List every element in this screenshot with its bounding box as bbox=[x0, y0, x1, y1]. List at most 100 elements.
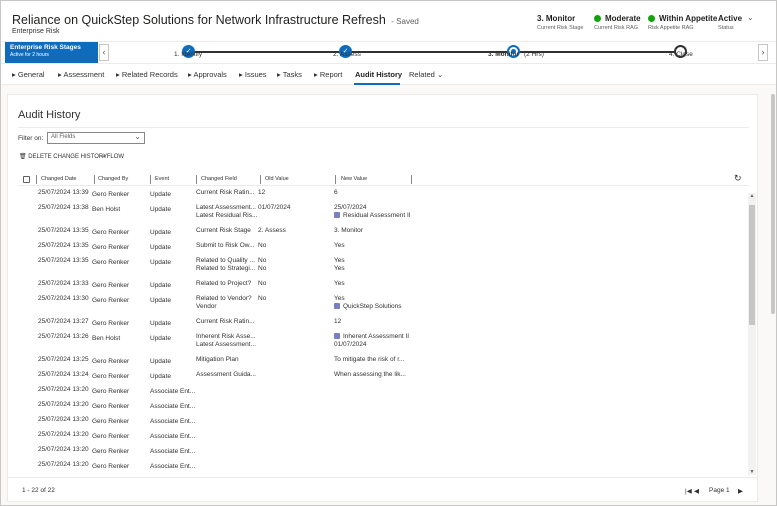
header-stat-label: Status bbox=[718, 25, 734, 31]
tab-tasks[interactable]: ▸ Tasks bbox=[277, 70, 302, 79]
cell-field2: Vendor bbox=[196, 303, 217, 310]
tab-report[interactable]: ▸ Report bbox=[314, 70, 342, 79]
tab-approvals[interactable]: ▸ Approvals bbox=[188, 70, 227, 79]
header-stat-status: Active Status bbox=[718, 14, 742, 31]
table-row[interactable]: 25/07/2024 13:20 Gero Renker Associate Ent… bbox=[18, 416, 749, 429]
cell-old2: No bbox=[258, 265, 267, 272]
app-window: Reliance on QuickStep Solutions for Netw… bbox=[0, 0, 777, 506]
scroll-up-icon[interactable]: ▲ bbox=[748, 193, 756, 199]
select-all-checkbox[interactable] bbox=[23, 176, 30, 183]
stage-label-close[interactable]: 4. Close bbox=[669, 51, 693, 58]
table-row[interactable]: 25/07/2024 13:26 Ben Holst Update Inherent … bbox=[18, 333, 749, 355]
header-stat-risk-stage: 3. Monitor Current Risk Stage bbox=[537, 14, 583, 31]
table-row[interactable]: 25/07/2024 13:30 Gero Renker Update Related… bbox=[18, 295, 749, 317]
column-header-changed-date[interactable]: Changed Date bbox=[41, 176, 76, 182]
active-tab-underline bbox=[354, 83, 400, 85]
cell-by: Gero Renker bbox=[92, 282, 130, 289]
table-row[interactable]: 25/07/2024 13:33 Gero Renker Update Related… bbox=[18, 280, 749, 293]
tab-related-records[interactable]: ▸ Related Records bbox=[116, 70, 178, 79]
cell-field: Current Risk Stage bbox=[196, 227, 251, 234]
expand-header-chevron-icon[interactable]: ⌄ bbox=[747, 13, 754, 22]
page-scrollbar[interactable] bbox=[771, 94, 775, 314]
tab-audit-history[interactable]: Audit History bbox=[355, 70, 402, 79]
cell-by: Gero Renker bbox=[92, 448, 130, 455]
grid-scrollbar[interactable]: ▲ ▼ bbox=[748, 193, 756, 475]
refresh-icon[interactable]: ↻ bbox=[734, 173, 742, 184]
header-stat-value: Moderate bbox=[605, 14, 641, 23]
cell-new: 12 bbox=[334, 318, 342, 325]
cell-event: Update bbox=[150, 335, 171, 342]
cell-date: 25/07/2024 13:35 bbox=[38, 242, 89, 249]
cell-date: 25/07/2024 13:26 bbox=[38, 333, 89, 340]
previous-page-icon[interactable]: ◀ bbox=[694, 487, 699, 495]
cell-by: Gero Renker bbox=[92, 403, 130, 410]
next-page-icon[interactable]: ▶ bbox=[738, 487, 743, 495]
column-header-new-value[interactable]: New Value bbox=[341, 176, 367, 182]
cell-by: Gero Renker bbox=[92, 418, 130, 425]
table-row[interactable]: 25/07/2024 13:24 Gero Renker Update Assessm… bbox=[18, 371, 749, 384]
divider bbox=[18, 127, 749, 128]
stage-label-monitor[interactable]: 3. Monitor bbox=[488, 51, 519, 58]
column-header-changed-by[interactable]: Changed By bbox=[98, 176, 128, 182]
stage-label-assess[interactable]: 2. Assess bbox=[333, 51, 361, 58]
table-row[interactable]: 25/07/2024 13:20 Gero Renker Associate Ent… bbox=[18, 401, 749, 414]
cell-by: Ben Holst bbox=[92, 335, 121, 342]
cell-event: Associate Ent... bbox=[150, 463, 196, 470]
cell-field: Related to Project? bbox=[196, 280, 252, 287]
cell-event: Update bbox=[150, 297, 171, 304]
table-row[interactable]: 25/07/2024 13:20 Gero Renker Associate Ent… bbox=[18, 461, 749, 474]
cell-new: Yes bbox=[334, 257, 345, 264]
save-status: - Saved bbox=[391, 17, 419, 26]
tab-related[interactable]: Related ⌄ bbox=[409, 70, 443, 79]
cell-date: 25/07/2024 13:20 bbox=[38, 386, 89, 393]
filter-select-value: All Fields bbox=[51, 134, 76, 140]
table-row[interactable]: 25/07/2024 13:27 Gero Renker Update Current… bbox=[18, 318, 749, 331]
cell-event: Update bbox=[150, 191, 171, 198]
process-next-button[interactable]: › bbox=[758, 44, 768, 61]
first-page-icon[interactable]: |◀ bbox=[685, 487, 692, 495]
stage-label-identify[interactable]: 1. Identify bbox=[174, 51, 202, 58]
cell-date: 25/07/2024 13:30 bbox=[38, 295, 89, 302]
scrollbar-thumb[interactable] bbox=[749, 205, 755, 325]
table-row[interactable]: 25/07/2024 13:35 Gero Renker Update Submit … bbox=[18, 242, 749, 255]
scroll-down-icon[interactable]: ▼ bbox=[748, 469, 756, 475]
cell-new: When assessing the lik... bbox=[334, 371, 406, 378]
audit-history-panel: Audit History Filter on: All Fields ⌄ 🗑 D… bbox=[7, 94, 758, 502]
column-header-changed-field[interactable]: Changed Field bbox=[201, 176, 237, 182]
cell-date: 25/07/2024 13:20 bbox=[38, 401, 89, 408]
cell-new: To mitigate the risk of r... bbox=[334, 356, 405, 363]
cell-new: Inherent Assessment II bbox=[334, 333, 409, 340]
tab-assessment[interactable]: ▸ Assessment bbox=[58, 70, 104, 79]
cell-field: Related to Quality ... bbox=[196, 257, 255, 264]
table-row[interactable]: 25/07/2024 13:35 Gero Renker Update Related… bbox=[18, 257, 749, 279]
cell-old: 01/07/2024 bbox=[258, 204, 291, 211]
table-row[interactable]: 25/07/2024 13:20 Gero Renker Associate Ent… bbox=[18, 386, 749, 399]
header-stat-value: Active bbox=[718, 14, 743, 23]
tab-general[interactable]: ▸ General bbox=[12, 70, 45, 79]
column-header-event[interactable]: Event bbox=[155, 176, 169, 182]
table-row[interactable]: 25/07/2024 13:20 Gero Renker Associate Ent… bbox=[18, 446, 749, 459]
header-stat-risk-rag: Moderate Current Risk RAG bbox=[594, 14, 641, 31]
trash-icon: 🗑 bbox=[19, 154, 27, 160]
record-header: Reliance on QuickStep Solutions for Netw… bbox=[1, 1, 776, 41]
column-header-old-value[interactable]: Old Value bbox=[265, 176, 289, 182]
table-row[interactable]: 25/07/2024 13:38 Ben Holst Update Latest As… bbox=[18, 204, 749, 226]
filter-select[interactable]: All Fields ⌄ bbox=[47, 132, 145, 144]
flow-button[interactable]: ↝ FLOW bbox=[100, 153, 124, 160]
cell-date: 25/07/2024 13:39 bbox=[38, 189, 89, 196]
cell-new2: 01/07/2024 bbox=[334, 341, 367, 348]
status-dot-icon bbox=[594, 15, 601, 22]
tab-issues[interactable]: ▸ Issues bbox=[239, 70, 267, 79]
table-row[interactable]: 25/07/2024 13:25 Gero Renker Update Mitigat… bbox=[18, 356, 749, 369]
delete-change-history-button[interactable]: 🗑 DELETE CHANGE HISTORY bbox=[19, 153, 107, 160]
table-row[interactable]: 25/07/2024 13:20 Gero Renker Associate Ent… bbox=[18, 431, 749, 444]
cell-event: Update bbox=[150, 373, 171, 380]
table-row[interactable]: 25/07/2024 13:39 Gero Renker Update Current… bbox=[18, 189, 749, 202]
table-row[interactable]: 25/07/2024 13:35 Gero Renker Update Current… bbox=[18, 227, 749, 240]
header-stat-label: Current Risk RAG bbox=[594, 25, 639, 31]
cell-old: 12 bbox=[258, 189, 266, 196]
cell-by: Gero Renker bbox=[92, 358, 130, 365]
cell-field: Assessment Guida... bbox=[196, 371, 256, 378]
header-stat-appetite-rag: Within Appetite Risk Appetite RAG bbox=[648, 14, 717, 31]
cell-event: Update bbox=[150, 320, 171, 327]
